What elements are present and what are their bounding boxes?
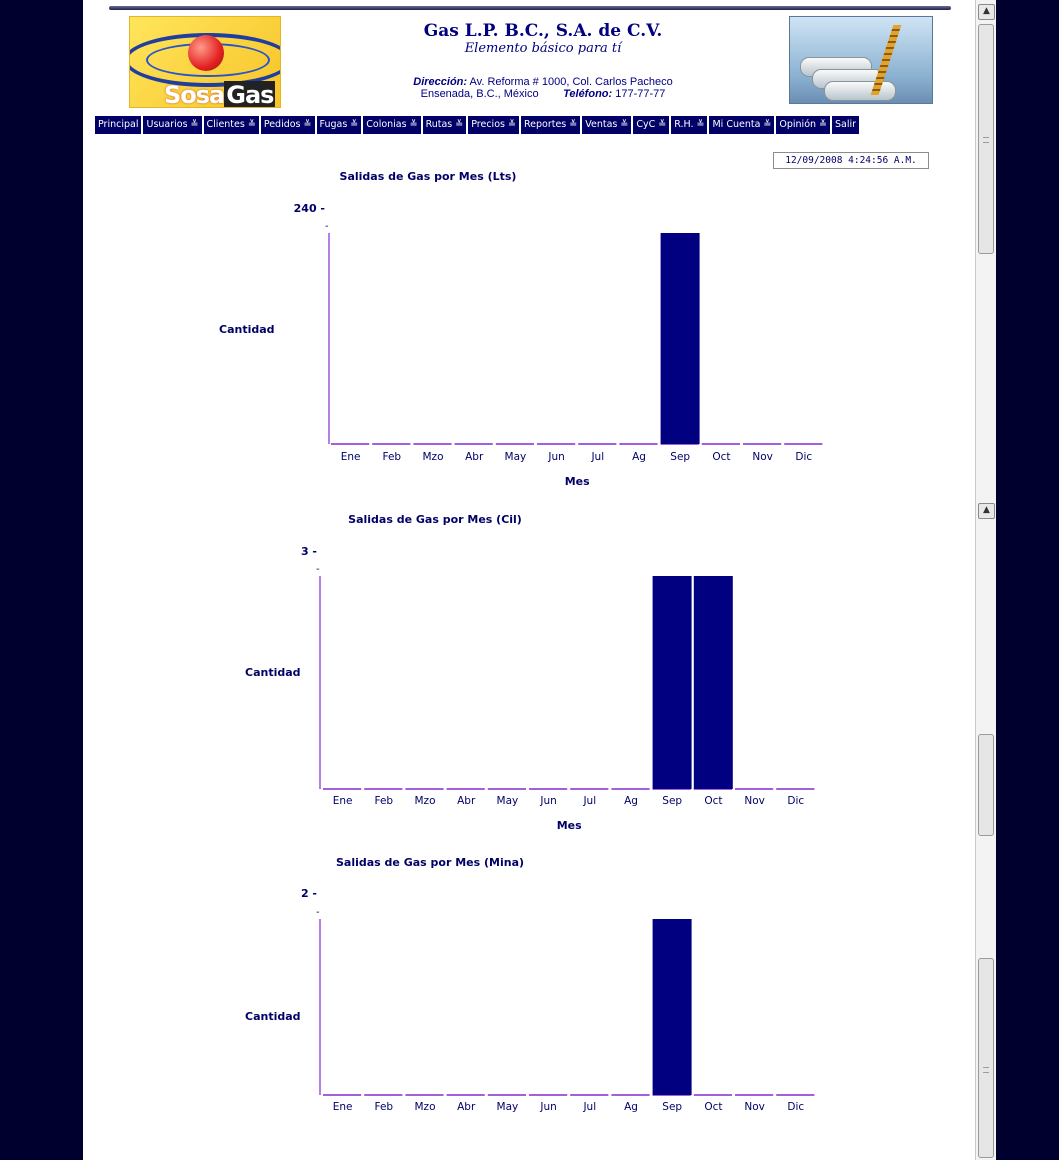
scroll-up-arrow-icon[interactable]: ▲	[978, 4, 995, 20]
city-value: Ensenada, B.C., México	[420, 88, 539, 100]
x-tick-label: May	[497, 795, 519, 807]
nav-item-colonias[interactable]: Colonias ≚	[363, 116, 421, 134]
x-tick-label: Sep	[670, 451, 690, 463]
x-tick-label: Jul	[582, 795, 596, 807]
y-axis-label: Cantidad	[245, 1010, 301, 1023]
bar-sep[interactable]	[652, 576, 692, 789]
bar-sep[interactable]	[652, 919, 692, 1095]
main-nav-bar: Principal Usuarios ≚ Clientes ≚ Pedidos ≚ Fu…	[95, 116, 975, 134]
x-tick-label: Dic	[795, 451, 812, 463]
x-tick-label: Sep	[662, 795, 682, 807]
y-axis-max-label: 2 -	[301, 887, 317, 900]
chart-title: Salidas de Gas por Mes (Mina)	[335, 856, 525, 869]
x-tick-label: Ag	[632, 451, 646, 463]
x-tick-label: Ag	[624, 795, 638, 807]
nav-item-clientes[interactable]: Clientes ≚	[203, 116, 259, 134]
nav-item-rh[interactable]: R.H. ≚	[671, 116, 708, 134]
x-tick-label: Feb	[383, 451, 402, 463]
scroll-grip-icon	[983, 137, 989, 143]
x-tick-label: Dic	[787, 795, 804, 807]
x-tick-label: Abr	[457, 1101, 476, 1113]
x-axis-label: Mes	[565, 475, 590, 488]
address-label: Dirección:	[413, 76, 468, 88]
chart-title: Salidas de Gas por Mes (Cil)	[348, 513, 522, 526]
nav-item-usuarios[interactable]: Usuarios ≚	[143, 116, 202, 134]
x-tick-label: Abr	[457, 795, 476, 807]
x-tick-label: Ene	[341, 451, 361, 463]
x-tick-label: Abr	[465, 451, 484, 463]
nav-item-principal[interactable]: Principal	[95, 116, 142, 134]
x-tick-label: May	[505, 451, 527, 463]
logo-text-sosa: Sosa	[164, 81, 225, 108]
x-tick-label: Feb	[375, 795, 394, 807]
plant-tank	[824, 81, 896, 101]
logo-ball	[188, 35, 224, 71]
address-value: Av. Reforma # 1000, Col. Carlos Pacheco	[469, 76, 673, 88]
header-top-bar	[109, 6, 951, 10]
x-tick-label: Mzo	[415, 1101, 436, 1113]
scrollbar-thumb[interactable]	[978, 24, 994, 254]
x-tick-label: Nov	[744, 795, 765, 807]
x-tick-label: May	[497, 1101, 519, 1113]
nav-item-fugas[interactable]: Fugas ≚	[316, 116, 362, 134]
gas-plant-photo	[789, 16, 933, 104]
x-tick-label: Jul	[582, 1101, 596, 1113]
y-axis-max-label: 240 -	[294, 202, 325, 215]
x-tick-label: Mzo	[415, 795, 436, 807]
y-axis-label: Cantidad	[245, 666, 301, 679]
x-tick-label: Ag	[624, 1101, 638, 1113]
scroll-grip-icon	[983, 1067, 989, 1073]
company-city-phone: Ensenada, B.C., México Teléfono: 177-77-…	[283, 88, 803, 100]
nav-item-pedidos[interactable]: Pedidos ≚	[260, 116, 315, 134]
company-name: Gas L.P. B.C., S.A. de C.V.	[423, 21, 663, 41]
sosa-gas-logo[interactable]: SosaGas	[129, 16, 281, 108]
company-slogan: Elemento básico para tí	[464, 41, 622, 56]
scrollbar-thumb[interactable]	[978, 734, 994, 836]
x-tick-label: Jun	[539, 795, 556, 807]
x-tick-label: Feb	[375, 1101, 394, 1113]
x-tick-label: Nov	[752, 451, 773, 463]
x-tick-label: Dic	[787, 1101, 804, 1113]
nav-item-salir[interactable]: Salir	[832, 116, 860, 134]
y-axis-tick-mark: -	[316, 564, 320, 575]
x-axis-label: Mes	[557, 819, 582, 832]
nav-item-micuenta[interactable]: Mi Cuenta ≚	[709, 116, 775, 134]
phone-label: Teléfono:	[563, 88, 613, 100]
datetime-display: 12/09/2008 4:24:56 A.M.	[773, 152, 929, 169]
phone-value: 177-77-77	[615, 88, 666, 100]
bar-oct[interactable]	[693, 576, 733, 789]
chart-title: Salidas de Gas por Mes (Lts)	[339, 170, 517, 183]
y-axis-max-label: 3 -	[301, 545, 317, 558]
nav-item-precios[interactable]: Precios ≚	[468, 116, 519, 134]
x-tick-label: Jul	[590, 451, 604, 463]
logo-text-gas: Gas	[224, 81, 276, 108]
bar-sep[interactable]	[660, 233, 700, 444]
x-tick-label: Oct	[704, 795, 722, 807]
nav-item-reportes[interactable]: Reportes ≚	[520, 116, 581, 134]
y-axis-tick-mark: -	[325, 221, 329, 232]
y-axis-tick-mark: -	[316, 907, 320, 918]
x-tick-label: Jun	[539, 1101, 556, 1113]
x-tick-label: Ene	[333, 795, 353, 807]
scroll-up-arrow-icon[interactable]: ▲	[978, 503, 995, 519]
x-tick-label: Jun	[547, 451, 564, 463]
x-tick-label: Oct	[704, 1101, 722, 1113]
nav-item-cyc[interactable]: CyC ≚	[633, 116, 670, 134]
x-tick-label: Nov	[744, 1101, 765, 1113]
nav-item-rutas[interactable]: Rutas ≚	[422, 116, 467, 134]
vertical-scrollbar[interactable]: ▲ ▲	[975, 0, 996, 1160]
y-axis-label: Cantidad	[219, 323, 275, 336]
page-content: SosaGas Gas L.P. B.C., S.A. de C.V. Elem…	[83, 0, 975, 1160]
nav-item-ventas[interactable]: Ventas ≚	[582, 116, 632, 134]
x-tick-label: Mzo	[423, 451, 444, 463]
scrollbar-thumb[interactable]	[978, 958, 994, 1158]
x-tick-label: Oct	[712, 451, 730, 463]
company-address: Dirección: Av. Reforma # 1000, Col. Carl…	[283, 76, 803, 88]
nav-item-opinin[interactable]: Opinión ≚	[776, 116, 831, 134]
logo-text: SosaGas	[164, 81, 276, 108]
x-tick-label: Ene	[333, 1101, 353, 1113]
x-tick-label: Sep	[662, 1101, 682, 1113]
